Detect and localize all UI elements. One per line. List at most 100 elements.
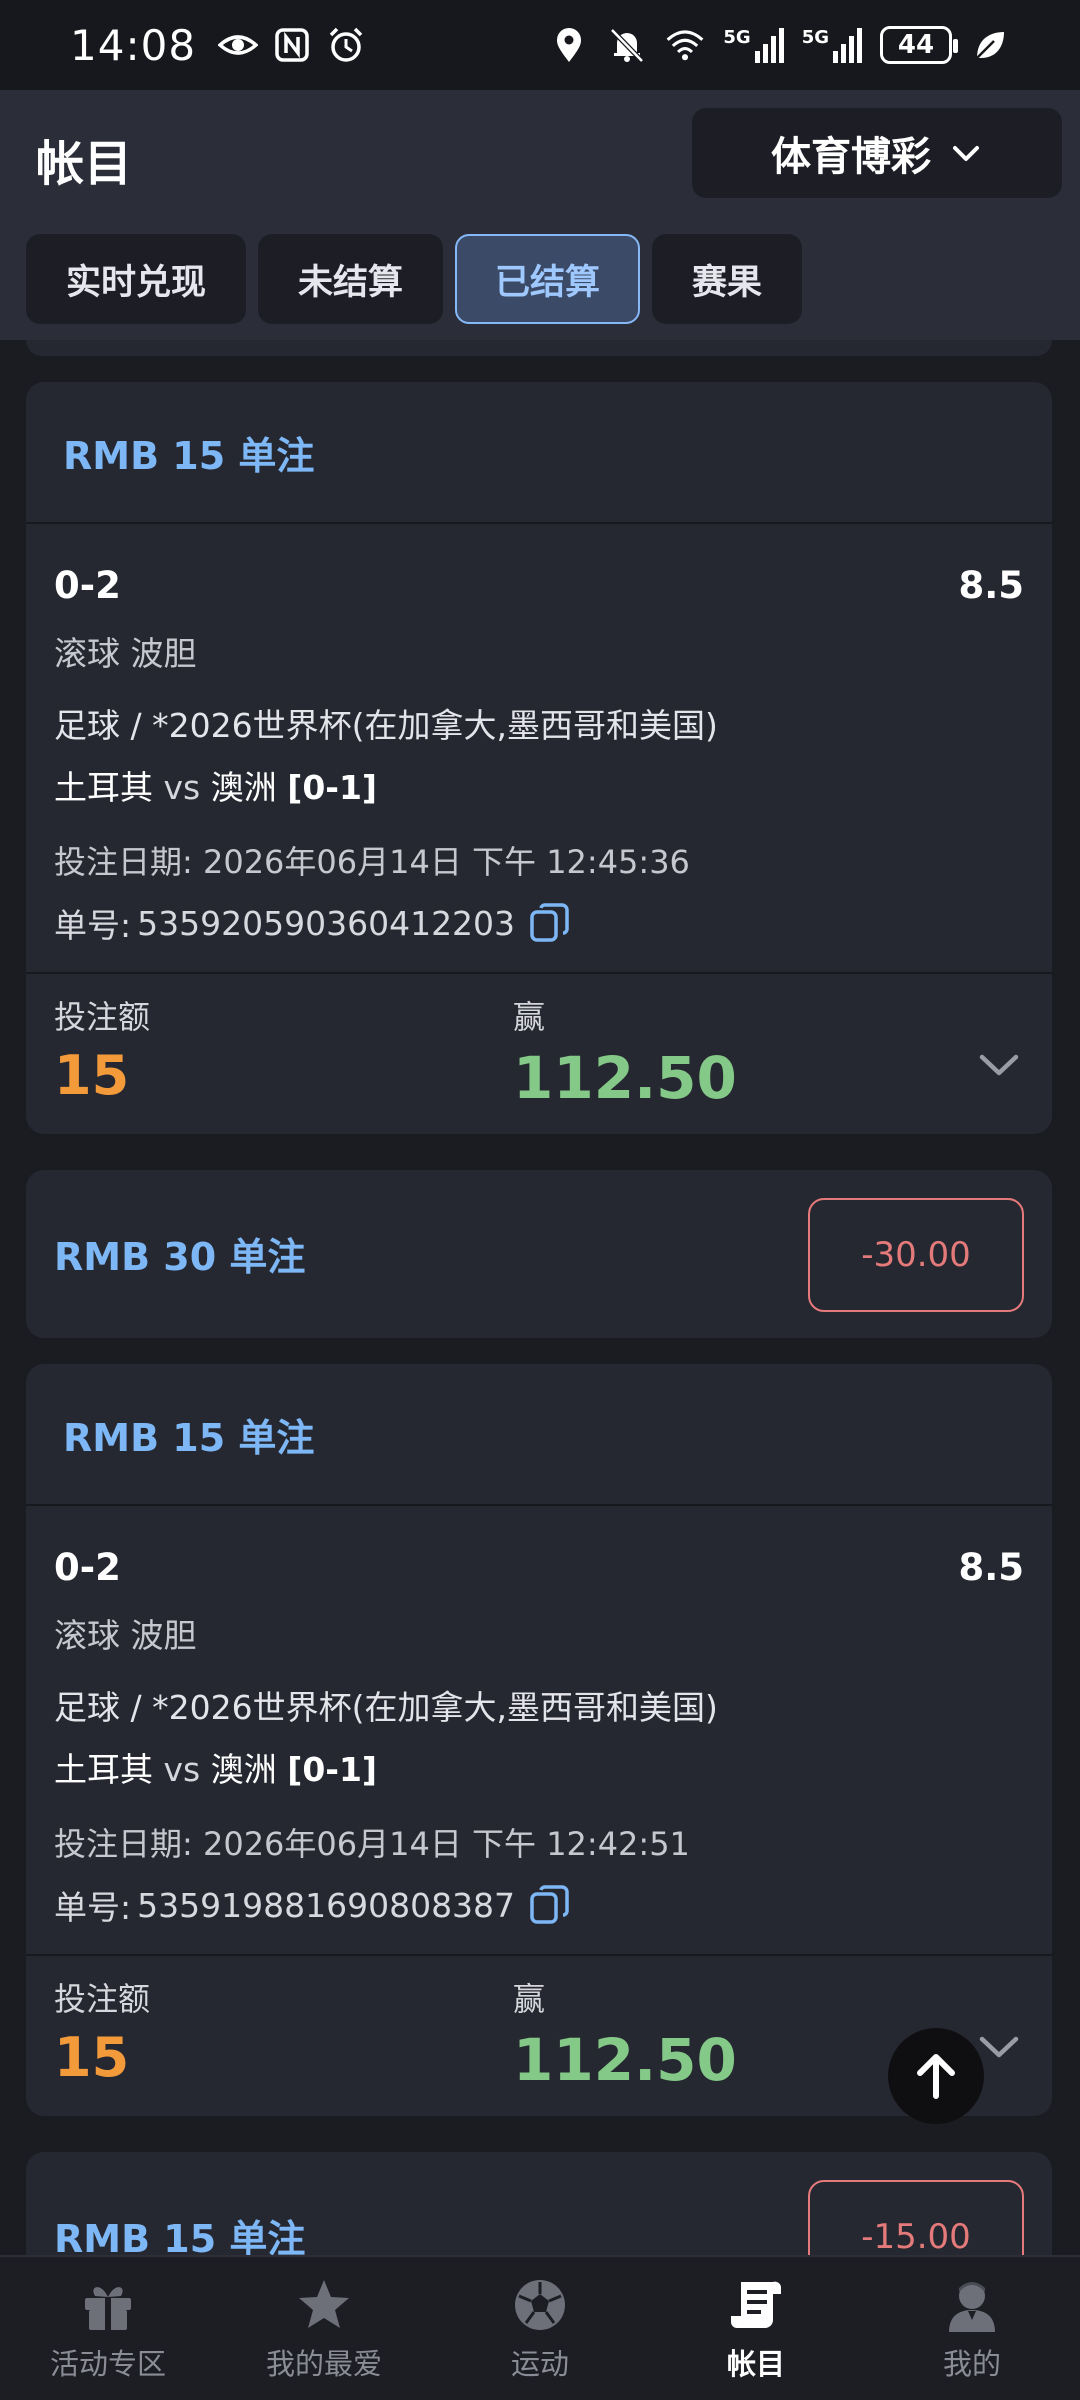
result-badge: -15.00: [808, 2180, 1024, 2255]
product-select-label: 体育博彩: [771, 134, 931, 180]
net-2-label: 5G: [801, 27, 829, 48]
nav-item-favorites[interactable]: 我的最爱: [216, 2257, 432, 2400]
receipt-icon: [726, 2275, 786, 2335]
copy-icon[interactable]: [527, 901, 571, 945]
tab-settled[interactable]: 已结算: [455, 234, 641, 324]
away-team: 澳洲: [210, 768, 277, 807]
profile-icon: [942, 2275, 1002, 2335]
bet-date-label: 投注日期:: [54, 1825, 193, 1863]
arrow-up-icon: [917, 2054, 955, 2099]
win-amount: 112.50: [513, 2026, 737, 2094]
stake-label: 投注额: [54, 1980, 151, 2018]
stake-amount: 15: [54, 1044, 130, 1107]
bet-date-label: 投注日期:: [54, 843, 193, 881]
nav-label: 活动专区: [49, 2346, 166, 2381]
nav-item-promotions[interactable]: 活动专区: [0, 2257, 216, 2400]
alarm-icon: [326, 25, 366, 65]
vs-label: vs: [163, 1750, 201, 1789]
nav-label: 帐目: [726, 2346, 785, 2381]
signal-2-icon: 5G: [802, 27, 862, 63]
collapsed-bet-card[interactable]: RMB 30 单注 -30.00: [26, 1170, 1052, 1338]
order-number-row: 单号: 535919881690808387: [54, 1881, 1024, 1929]
order-number: 535920590360412203: [137, 903, 516, 943]
bet-card-header[interactable]: RMB 15 单注: [26, 1364, 1052, 1506]
selection: 0-2: [54, 564, 121, 607]
bet-card-details: 0-2 8.5 滚球 波胆 足球 / *2026世界杯(在加拿大,墨西哥和美国)…: [26, 524, 1052, 974]
order-label: 单号:: [54, 1888, 132, 1927]
app-root: 14:08 5G 5G 44 帐目 体育博彩 实时兑现 未结算 已结算 赛果 R…: [0, 0, 1080, 2400]
eye-icon: [218, 25, 259, 65]
signal-1-icon: 5G: [723, 27, 784, 63]
home-team: 土耳其: [54, 1750, 153, 1789]
bet-card-footer: 投注额 赢 15 112.50: [26, 974, 1052, 1134]
bet-card: RMB 15 单注 0-2 8.5 滚球 波胆 足球 / *2026世界杯(在加…: [26, 1364, 1052, 2116]
bottom-nav: 活动专区 我的最爱 运动 帐目 我的: [0, 2255, 1080, 2400]
leaf-icon: [970, 25, 1010, 65]
bet-card-header: RMB 30 单注: [54, 1235, 306, 1279]
order-label: 单号:: [54, 906, 132, 945]
stake-label: 投注额: [54, 998, 151, 1036]
nfc-icon: [272, 25, 312, 65]
bet-card-details: 0-2 8.5 滚球 波胆 足球 / *2026世界杯(在加拿大,墨西哥和美国)…: [26, 1506, 1052, 1956]
status-time: 14:08: [70, 20, 197, 70]
result-badge: -30.00: [808, 1198, 1024, 1312]
soccer-ball-icon: [510, 2275, 570, 2335]
win-amount: 112.50: [513, 1044, 737, 1112]
nav-item-account[interactable]: 帐目: [648, 2257, 864, 2400]
copy-icon[interactable]: [527, 1883, 571, 1927]
league: 足球 / *2026世界杯(在加拿大,墨西哥和美国): [54, 706, 718, 745]
collapsed-bet-card[interactable]: RMB 15 单注 -15.00: [26, 2152, 1052, 2255]
selection-row: 0-2 8.5: [54, 1546, 1024, 1589]
stake-amount: 15: [54, 2026, 130, 2089]
chevron-down-icon[interactable]: [976, 1042, 1022, 1088]
nav-label: 我的: [942, 2346, 1001, 2381]
away-team: 澳洲: [210, 1750, 277, 1789]
product-select-dropdown[interactable]: 体育博彩: [692, 108, 1062, 198]
bet-card: RMB 15 单注 0-2 8.5 滚球 波胆 足球 / *2026世界杯(在加…: [26, 382, 1052, 1134]
bell-muted-icon: [607, 25, 647, 65]
page-title: 帐目: [36, 136, 133, 192]
home-team: 土耳其: [54, 768, 153, 807]
vs-label: vs: [163, 768, 201, 807]
win-label: 赢: [513, 1980, 546, 2018]
bet-card-header: RMB 15 单注: [54, 2217, 306, 2255]
market-type: 滚球 波胆: [54, 1616, 197, 1655]
status-bar: 14:08 5G 5G 44: [0, 0, 1080, 90]
match-score: [0-1]: [287, 768, 378, 807]
bet-date: 投注日期: 2026年06月14日 下午 12:45:36: [54, 837, 1024, 883]
match: 土耳其 vs 澳洲 [0-1]: [54, 1743, 1024, 1791]
bet-date-value: 2026年06月14日 下午 12:42:51: [202, 1825, 690, 1863]
scroll-to-top-button[interactable]: [888, 2028, 984, 2124]
nav-label: 我的最爱: [265, 2346, 382, 2381]
status-right-icons: 5G 5G 44: [549, 25, 1010, 65]
nav-label: 运动: [510, 2346, 569, 2381]
nav-item-sports[interactable]: 运动: [432, 2257, 648, 2400]
chevron-down-icon: [953, 146, 979, 161]
match-score: [0-1]: [287, 1750, 378, 1789]
selection-row: 0-2 8.5: [54, 564, 1024, 607]
tab-unsettled[interactable]: 未结算: [258, 234, 444, 324]
status-left-icons: [218, 25, 366, 65]
league: 足球 / *2026世界杯(在加拿大,墨西哥和美国): [54, 1688, 718, 1727]
location-icon: [549, 25, 589, 65]
previous-card-edge: [26, 340, 1052, 356]
star-icon: [294, 2275, 354, 2335]
gift-icon: [78, 2275, 138, 2335]
bet-list[interactable]: RMB 15 单注 0-2 8.5 滚球 波胆 足球 / *2026世界杯(在加…: [0, 340, 1080, 2255]
bet-date-value: 2026年06月14日 下午 12:45:36: [202, 843, 690, 881]
odds: 8.5: [958, 564, 1024, 607]
battery-indicator: 44: [880, 26, 958, 64]
order-number-row: 单号: 535920590360412203: [54, 899, 1024, 947]
bet-card-header[interactable]: RMB 15 单注: [26, 382, 1052, 524]
win-label: 赢: [513, 998, 546, 1036]
tab-results[interactable]: 赛果: [652, 234, 803, 324]
market-type: 滚球 波胆: [54, 634, 197, 673]
bet-date: 投注日期: 2026年06月14日 下午 12:42:51: [54, 1819, 1024, 1865]
net-1-label: 5G: [723, 27, 751, 48]
nav-item-profile[interactable]: 我的: [864, 2257, 1080, 2400]
wifi-icon: [665, 25, 705, 65]
tab-cash-out[interactable]: 实时兑现: [26, 234, 247, 324]
order-number: 535919881690808387: [137, 1885, 516, 1925]
match: 土耳其 vs 澳洲 [0-1]: [54, 761, 1024, 809]
chevron-down-icon[interactable]: [976, 2024, 1022, 2070]
